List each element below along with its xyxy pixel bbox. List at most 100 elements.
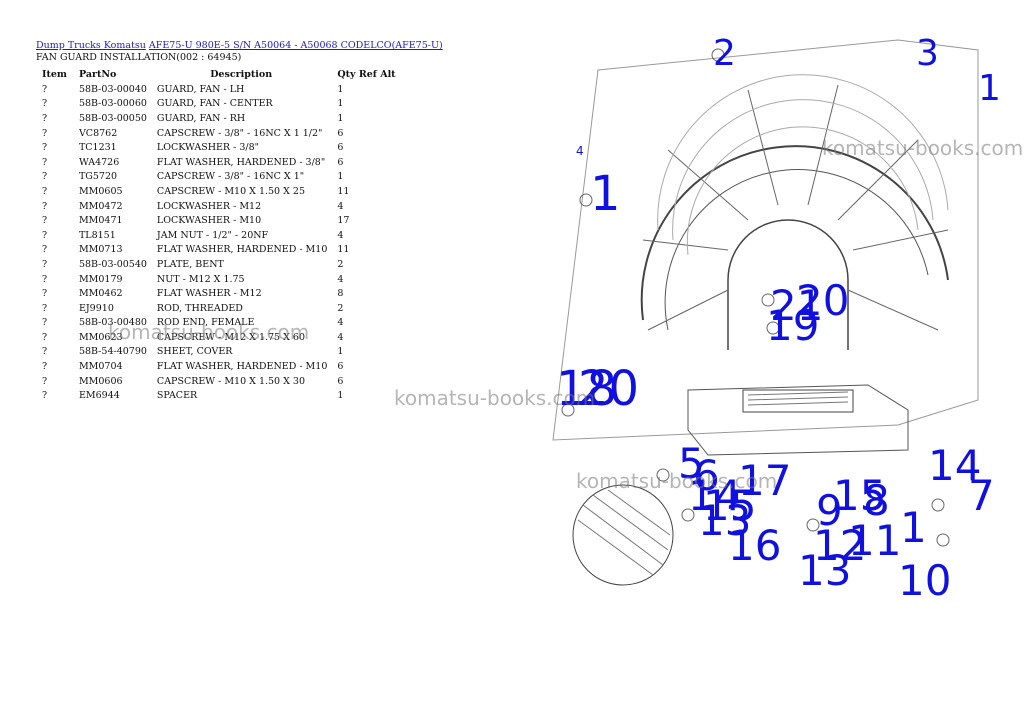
cell-description: LOCKWASHER - 3/8"	[156, 142, 259, 154]
cell-description: ROD END, FEMALE	[156, 317, 255, 329]
cell-qty: 1	[337, 112, 344, 124]
callout-10: 10	[898, 556, 951, 605]
table-row: ? 58B-03-00480 ROD END, FEMALE 4	[36, 316, 402, 331]
cell-item: ?	[42, 229, 48, 241]
header-qty-ref-alt: Qty Ref Alt	[337, 69, 396, 80]
table-row: ? MM0472 LOCKWASHER - M12 4	[36, 199, 402, 214]
cell-partno: 58B-54-40790	[78, 346, 147, 358]
cell-description: FLAT WASHER - M12	[156, 288, 262, 300]
breadcrumb: Dump Trucks Komatsu AFE75-U 980E-5 S/N A…	[36, 40, 556, 52]
page-title: FAN GUARD INSTALLATION(002 : 64945)	[36, 52, 242, 63]
cell-item: ?	[42, 112, 48, 124]
cell-partno: 58B-03-00480	[78, 317, 147, 329]
cell-item: ?	[42, 375, 48, 387]
cell-qty: 2	[337, 302, 344, 314]
cell-qty: 4	[337, 229, 344, 241]
table-row: ? EJ9910 ROD, THREADED 2	[36, 301, 402, 316]
cell-description: LOCKWASHER - M10	[156, 215, 262, 227]
table-row: ? TG5720 CAPSCREW - 3/8" - 16NC X 1" 1	[36, 170, 402, 185]
cell-partno: TG5720	[78, 171, 118, 183]
callout-1: 1	[978, 68, 1001, 109]
cell-qty: 2	[337, 258, 344, 270]
table-row: ? TC1231 LOCKWASHER - 3/8" 6	[36, 140, 402, 155]
cell-item: ?	[42, 346, 48, 358]
cell-partno: MM0462	[78, 288, 123, 300]
table-row: ? MM0471 LOCKWASHER - M10 17	[36, 213, 402, 228]
cell-item: ?	[42, 302, 48, 314]
cell-qty: 6	[337, 156, 344, 168]
cell-qty: 6	[337, 142, 344, 154]
table-row: ? 58B-54-40790 SHEET, COVER 1	[36, 345, 402, 360]
cell-description: GUARD, FAN - CENTER	[156, 98, 273, 110]
cell-partno: WA4726	[78, 156, 120, 168]
table-header-row: Item PartNo Description Qty Ref Alt	[36, 67, 402, 82]
cell-qty: 4	[337, 200, 344, 212]
cell-item: ?	[42, 200, 48, 212]
cell-item: ?	[42, 98, 48, 110]
cell-qty: 11	[337, 185, 350, 197]
table-row: ? MM0462 FLAT WASHER - M12 8	[36, 286, 402, 301]
cell-description: LOCKWASHER - M12	[156, 200, 262, 212]
cell-description: SHEET, COVER	[156, 346, 233, 358]
table-row: ? VC8762 CAPSCREW - 3/8" - 16NC X 1 1/2" 6	[36, 126, 402, 141]
breadcrumb-link-model[interactable]: AFE75-U 980E-5 S/N A50064 - A50068 CODEL…	[149, 40, 443, 51]
cell-partno: TC1231	[78, 142, 117, 154]
cell-description: CAPSCREW - 3/8" - 16NC X 1"	[156, 171, 305, 183]
parts-list-panel: Dump Trucks Komatsu AFE75-U 980E-5 S/N A…	[36, 40, 556, 403]
cell-item: ?	[42, 273, 48, 285]
table-row: ? 58B-03-00050 GUARD, FAN - RH 1	[36, 111, 402, 126]
cell-description: FLAT WASHER, HARDENED - M10	[156, 244, 328, 256]
table-row: ? WA4726 FLAT WASHER, HARDENED - 3/8" 6	[36, 155, 402, 170]
table-row: ? MM0713 FLAT WASHER, HARDENED - M10 11	[36, 243, 402, 258]
fan-guard-drawing: 2 3 1 4 1 21 20 19 18 20 5 6 14 15 17 13…	[552, 33, 1001, 605]
table-row: ? MM0179 NUT - M12 X 1.75 4	[36, 272, 402, 287]
parts-diagram: 2 3 1 4 1 21 20 19 18 20 5 6 14 15 17 13…	[548, 30, 1018, 625]
parts-table: Item PartNo Description Qty Ref Alt ? 58B…	[36, 67, 402, 403]
cell-partno: EJ9910	[78, 302, 114, 314]
cell-partno: 58B-03-00050	[78, 112, 147, 124]
breadcrumb-link-category[interactable]: Dump Trucks Komatsu	[36, 40, 146, 51]
cell-item: ?	[42, 185, 48, 197]
cell-item: ?	[42, 331, 48, 343]
cell-item: ?	[42, 127, 48, 139]
cell-qty: 1	[337, 171, 344, 183]
cell-description: CAPSCREW - M12 X 1.75 X 60	[156, 331, 305, 343]
header-item: Item	[42, 69, 67, 80]
cell-qty: 1	[337, 83, 344, 95]
cell-description: ROD, THREADED	[156, 302, 243, 314]
cell-item: ?	[42, 83, 48, 95]
cell-partno: 58B-03-00040	[78, 83, 147, 95]
callout-7: 7	[968, 471, 995, 520]
callout-20: 20	[578, 361, 639, 417]
cell-item: ?	[42, 390, 48, 402]
cell-qty: 11	[337, 244, 350, 256]
table-row: ? MM0606 CAPSCREW - M10 X 1.50 X 30 6	[36, 374, 402, 389]
cell-description: GUARD, FAN - LH	[156, 83, 245, 95]
cell-description: CAPSCREW - M10 X 1.50 X 25	[156, 185, 305, 197]
cell-partno: MM0704	[78, 361, 123, 373]
cell-description: FLAT WASHER, HARDENED - 3/8"	[156, 156, 326, 168]
cell-qty: 17	[337, 215, 350, 227]
table-row: ? 58B-03-00060 GUARD, FAN - CENTER 1	[36, 97, 402, 112]
cell-qty: 4	[337, 317, 344, 329]
cell-item: ?	[42, 258, 48, 270]
cell-qty: 8	[337, 288, 344, 300]
cell-partno: MM0623	[78, 331, 123, 343]
cell-qty: 4	[337, 273, 344, 285]
cell-qty: 4	[337, 331, 344, 343]
table-row: ? MM0704 FLAT WASHER, HARDENED - M10 6	[36, 359, 402, 374]
cell-description: CAPSCREW - 3/8" - 16NC X 1 1/2"	[156, 127, 323, 139]
callout-19: 19	[766, 301, 819, 350]
cell-item: ?	[42, 361, 48, 373]
callout-16: 16	[728, 521, 781, 570]
cell-partno: VC8762	[78, 127, 118, 139]
callout-13: 13	[798, 546, 851, 595]
table-row: ? MM0623 CAPSCREW - M12 X 1.75 X 60 4	[36, 330, 402, 345]
cell-item: ?	[42, 171, 48, 183]
cell-partno: MM0179	[78, 273, 123, 285]
cell-qty: 6	[337, 361, 344, 373]
cell-qty: 6	[337, 127, 344, 139]
cell-description: FLAT WASHER, HARDENED - M10	[156, 361, 328, 373]
callout-8: 8	[863, 476, 890, 525]
callout-4: 4	[576, 144, 584, 158]
